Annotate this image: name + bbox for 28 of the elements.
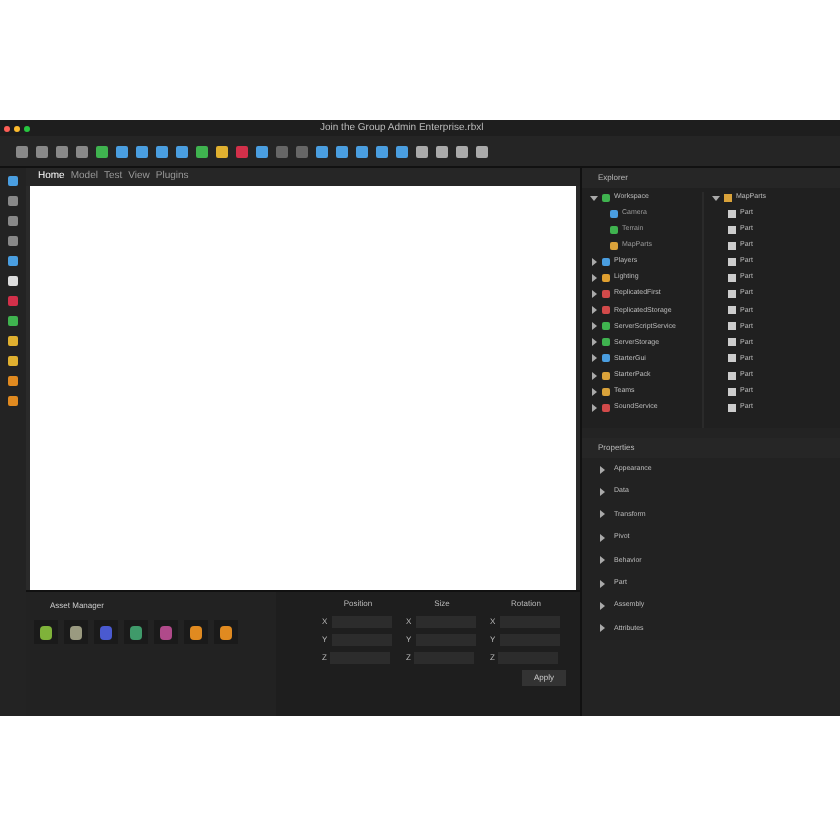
collapsed-arrow-icon[interactable]	[590, 290, 598, 299]
collapsed-arrow-icon[interactable]	[590, 403, 598, 412]
collapsed-arrow-icon[interactable]	[590, 338, 598, 347]
asset-thumbnail[interactable]	[214, 620, 238, 644]
collapsed-arrow-icon[interactable]	[598, 556, 606, 565]
collapsed-arrow-icon[interactable]	[590, 306, 598, 315]
asset-thumbnail[interactable]	[124, 620, 148, 644]
collapsed-arrow-icon[interactable]	[590, 273, 598, 282]
asset-thumbnail[interactable]	[34, 620, 58, 644]
asset-thumbnail[interactable]	[94, 620, 118, 644]
expanded-arrow-icon[interactable]	[590, 193, 598, 201]
collapsed-arrow-icon[interactable]	[590, 322, 598, 331]
collapsed-arrow-icon[interactable]	[590, 371, 598, 380]
collapsed-arrow-icon[interactable]	[598, 465, 606, 474]
asset-thumbnail[interactable]	[64, 620, 88, 644]
collapsed-arrow-icon[interactable]	[590, 354, 598, 363]
asset-thumbnail[interactable]	[184, 620, 208, 644]
asset-thumbnail[interactable]	[154, 620, 178, 644]
collapsed-arrow-icon[interactable]	[590, 257, 598, 266]
expanded-arrow-icon[interactable]	[712, 193, 720, 201]
folder-icon	[724, 193, 732, 201]
collapsed-arrow-icon[interactable]	[598, 624, 606, 633]
collapsed-arrow-icon[interactable]	[598, 602, 606, 611]
collapsed-arrow-icon[interactable]	[598, 488, 606, 497]
collapsed-arrow-icon[interactable]	[590, 387, 598, 396]
collapsed-arrow-icon[interactable]	[598, 579, 606, 588]
collapsed-arrow-icon[interactable]	[598, 533, 606, 542]
collapsed-arrow-icon[interactable]	[598, 510, 606, 519]
